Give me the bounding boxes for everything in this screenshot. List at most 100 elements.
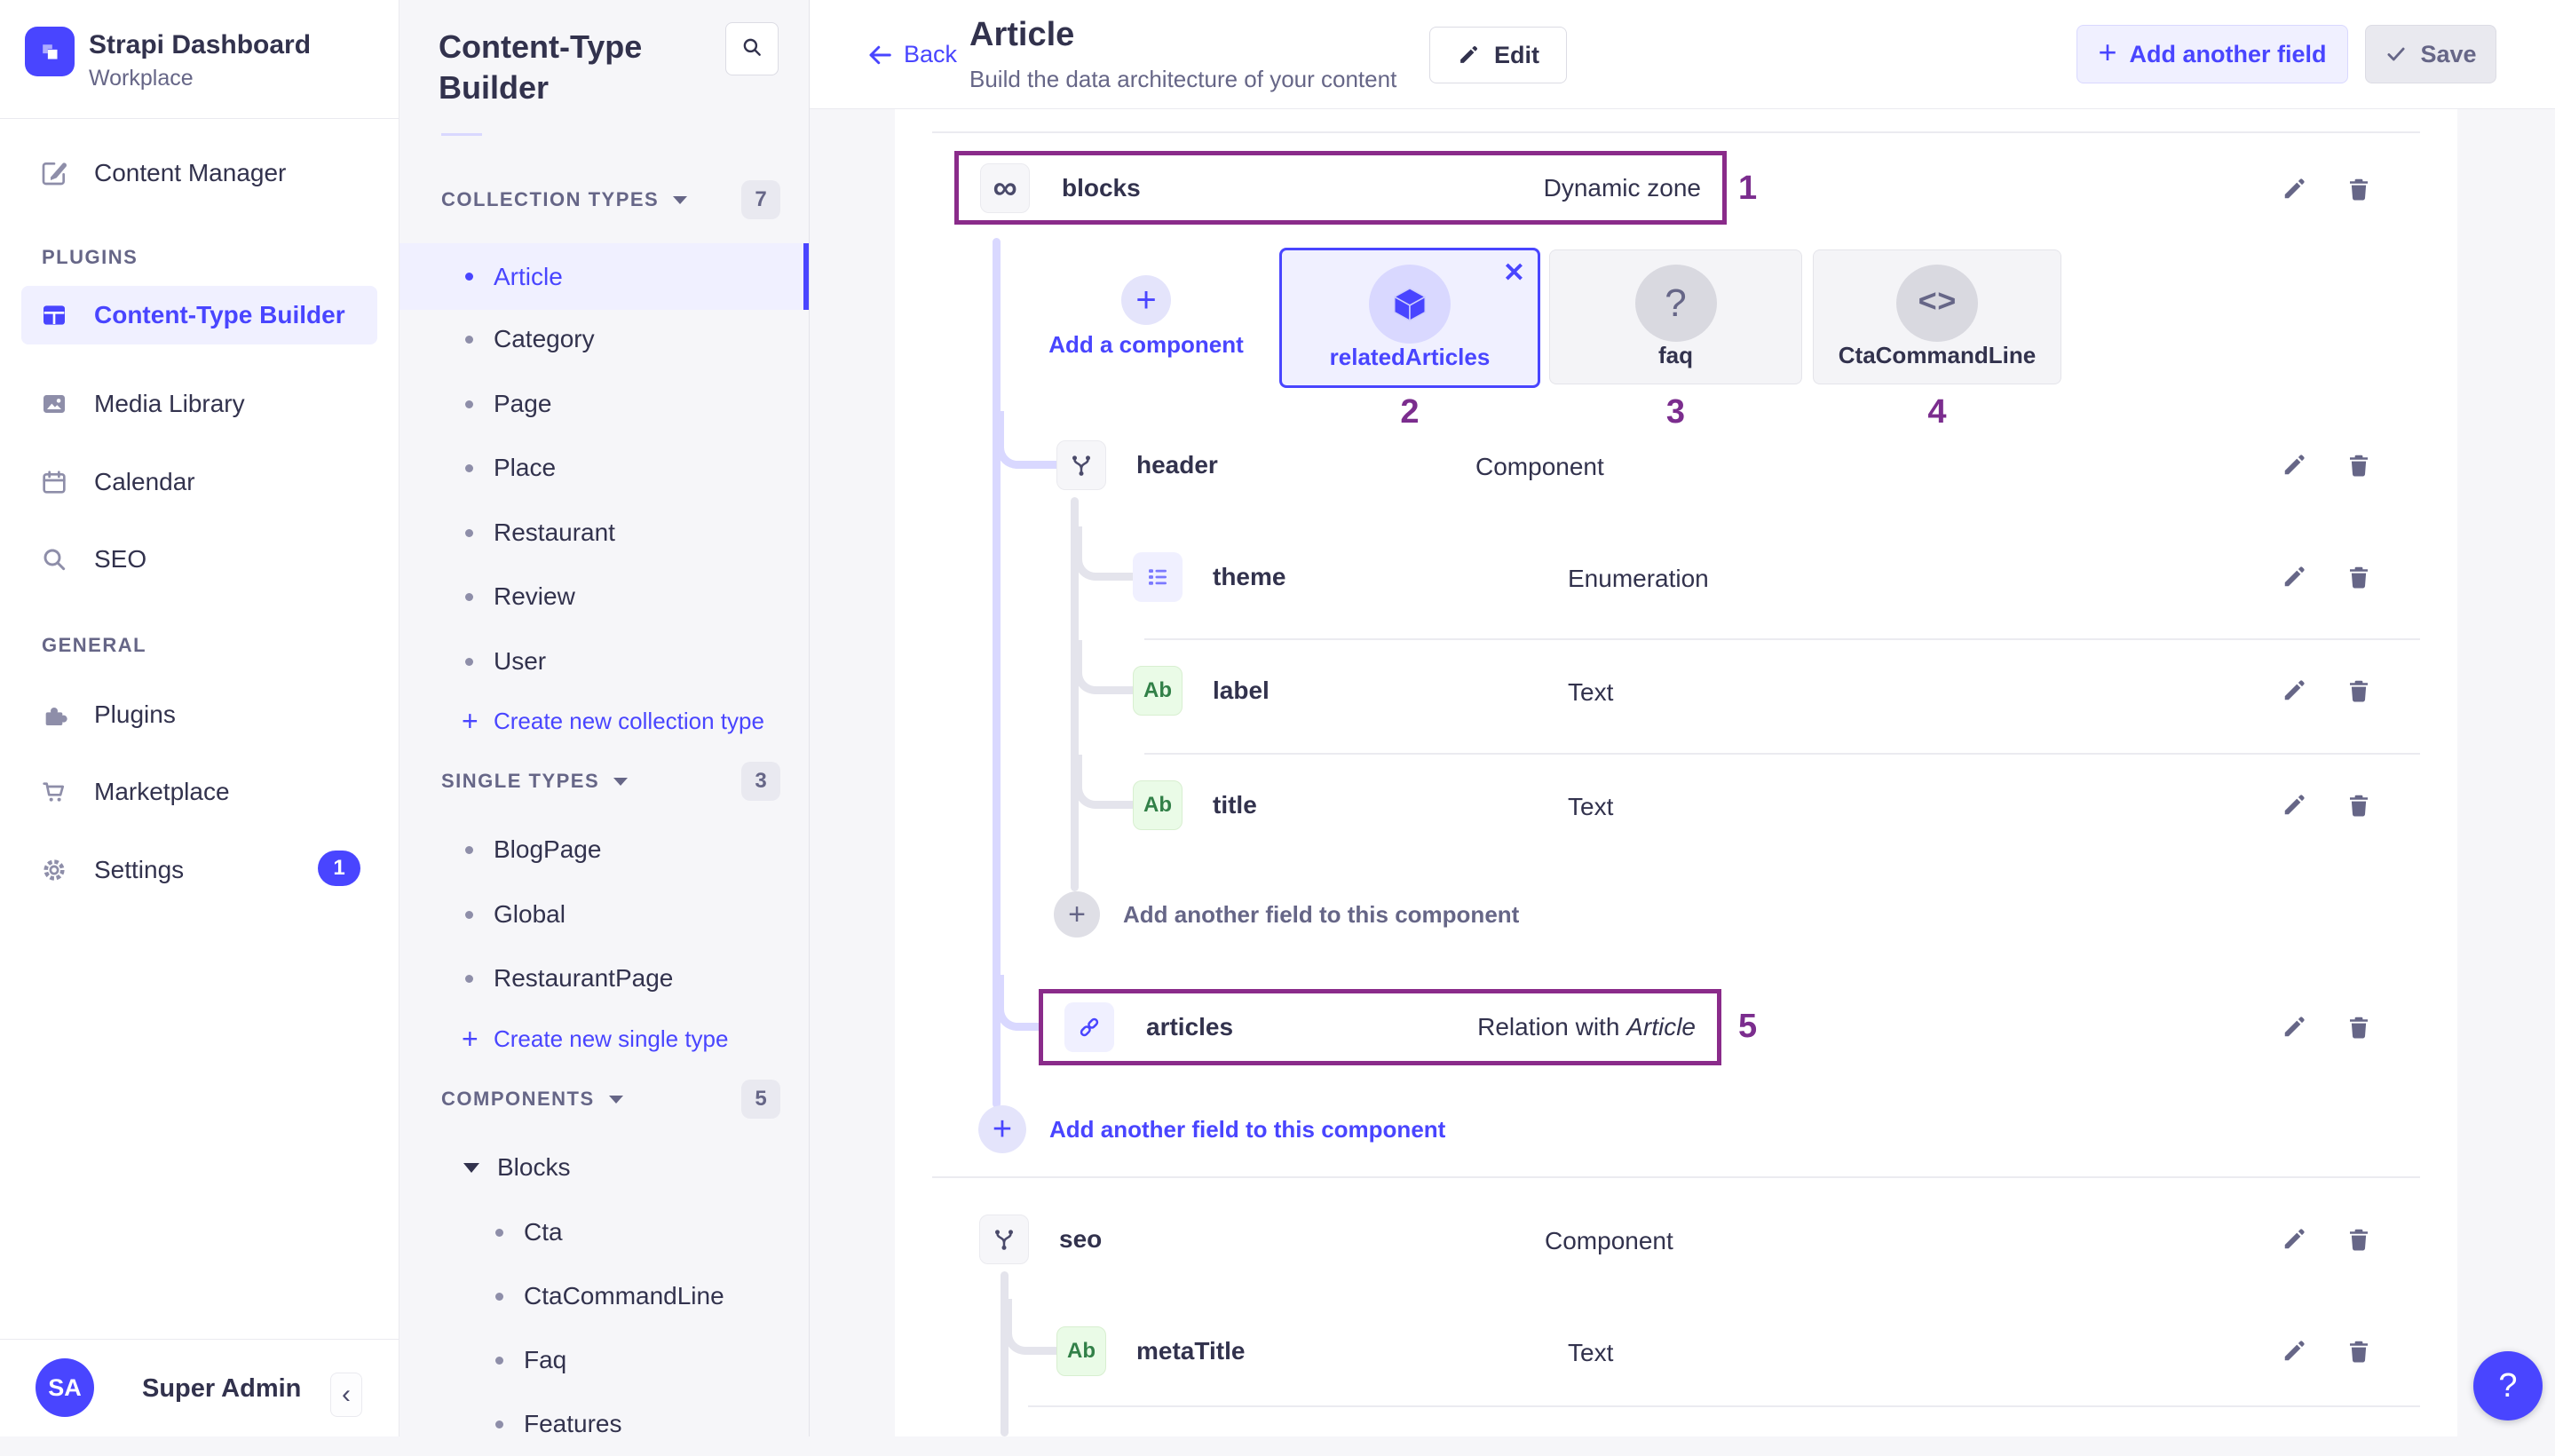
sidebar-item-label: Settings (94, 856, 184, 884)
section-label: COMPONENTS (441, 1088, 595, 1111)
sidebar-item-cta[interactable]: Cta (399, 1200, 809, 1264)
sidebar-item-marketplace[interactable]: Marketplace (0, 760, 399, 824)
create-single-type-button[interactable]: + Create new single type (399, 1007, 809, 1071)
chevron-down-icon (673, 196, 687, 204)
field-name: label (1213, 677, 1270, 705)
field-type: Text (1568, 793, 1613, 821)
component-card-ctacommandline[interactable]: <> CtaCommandLine (1813, 249, 2061, 384)
add-component-button[interactable]: + (1121, 275, 1171, 325)
section-collection-types[interactable]: COLLECTION TYPES (441, 180, 687, 219)
plus-icon: + (2098, 34, 2116, 71)
section-components[interactable]: COMPONENTS (441, 1080, 623, 1119)
sidebar-item-review[interactable]: Review (399, 565, 809, 629)
collapse-sidebar-button[interactable]: ‹ (330, 1373, 362, 1417)
sidebar-item-restaurant[interactable]: Restaurant (399, 501, 809, 565)
edit-field-button[interactable] (2276, 1333, 2312, 1369)
divider (1028, 1405, 2420, 1407)
delete-field-button[interactable] (2341, 1333, 2377, 1369)
sidebar-item-content-manager[interactable]: Content Manager (0, 141, 399, 205)
cart-icon (39, 777, 69, 807)
trash-icon (2345, 1014, 2372, 1041)
edit-field-button[interactable] (2276, 1009, 2312, 1045)
sidebar-item-category[interactable]: Category (399, 307, 809, 371)
pencil-icon (2281, 176, 2307, 202)
bullet-icon (495, 1293, 503, 1301)
save-button[interactable]: Save (2365, 25, 2496, 83)
action-label: Create new single type (494, 1025, 728, 1053)
add-another-field-button[interactable]: + Add another field (2076, 25, 2348, 83)
bullet-icon (465, 846, 473, 854)
edit-field-button[interactable] (2276, 447, 2312, 483)
component-card-faq[interactable]: ? faq (1549, 249, 1802, 384)
trash-icon (2345, 1338, 2372, 1365)
sidebar-item-place[interactable]: Place (399, 436, 809, 500)
help-button[interactable]: ? (2473, 1351, 2543, 1420)
close-icon[interactable]: ✕ (1503, 257, 1525, 289)
sidebar-item-user[interactable]: User (399, 629, 809, 693)
field-row-metatitle: Ab metaTitle (1056, 1326, 1245, 1376)
delete-field-button[interactable] (2341, 171, 2377, 207)
sidebar-item-media-library[interactable]: Media Library (0, 372, 399, 436)
bullet-icon (495, 1229, 503, 1237)
sidebar-item-global[interactable]: Global (399, 882, 809, 946)
strapi-logo-icon (35, 36, 65, 67)
sidebar-item-faq[interactable]: Faq (399, 1328, 809, 1392)
item-label: CtaCommandLine (524, 1282, 724, 1310)
arrow-left-icon (866, 42, 893, 68)
text-field-icon: Ab (1133, 780, 1183, 830)
edit-field-button[interactable] (2276, 673, 2312, 708)
sidebar-item-label: Marketplace (94, 778, 230, 806)
create-collection-type-button[interactable]: + Create new collection type (399, 689, 809, 753)
single-types-count: 3 (741, 762, 780, 801)
field-name: metaTitle (1136, 1337, 1245, 1365)
fields-card: ∞ blocks Dynamic zone 1 + Add a componen… (895, 109, 2457, 1436)
group-label: Blocks (497, 1153, 570, 1182)
sidebar-item-page[interactable]: Page (399, 372, 809, 436)
bullet-icon (495, 1357, 503, 1365)
page-subtitle: Build the data architecture of your cont… (969, 66, 1396, 93)
sidebar-item-ctacommandline[interactable]: CtaCommandLine (399, 1264, 809, 1328)
delete-field-button[interactable] (2341, 787, 2377, 823)
avatar[interactable]: SA (36, 1358, 94, 1417)
edit-field-button[interactable] (2276, 787, 2312, 823)
edit-field-button[interactable] (2276, 559, 2312, 595)
field-row-label: Ab label (1133, 666, 1270, 716)
edit-label: Edit (1494, 42, 1539, 69)
sidebar-item-blogpage[interactable]: BlogPage (399, 818, 809, 882)
bullet-icon (465, 336, 473, 344)
delete-field-button[interactable] (2341, 447, 2377, 483)
field-type: Dynamic zone (1544, 174, 1701, 202)
search-button[interactable] (725, 22, 779, 75)
enumeration-icon (1133, 552, 1183, 602)
sidebar-item-plugins[interactable]: Plugins (0, 683, 399, 747)
add-component-label[interactable]: Add a component (1035, 331, 1257, 359)
pencil-icon (2281, 1014, 2307, 1041)
sidebar-item-article[interactable]: Article (399, 243, 809, 310)
section-single-types[interactable]: SINGLE TYPES (441, 762, 628, 801)
sidebar-item-calendar[interactable]: Calendar (0, 450, 399, 514)
sidebar-item-label: Content-Type Builder (94, 301, 345, 329)
delete-field-button[interactable] (2341, 1222, 2377, 1257)
field-name: seo (1059, 1225, 1102, 1254)
edit-field-button[interactable] (2276, 1222, 2312, 1257)
delete-field-button[interactable] (2341, 559, 2377, 595)
edit-field-button[interactable] (2276, 171, 2312, 207)
bullet-icon (465, 911, 473, 919)
add-field-to-component-button[interactable]: + Add another field to this component (1054, 891, 1519, 938)
add-field-label: Add another field (2130, 41, 2327, 68)
sidebar-item-seo[interactable]: SEO (0, 527, 399, 591)
add-field-to-dynamic-zone-button[interactable]: + Add another field to this component (978, 1105, 1445, 1153)
edit-button[interactable]: Edit (1429, 27, 1567, 83)
sidebar-item-content-type-builder[interactable]: Content-Type Builder (21, 286, 377, 344)
component-card-relatedarticles[interactable]: ✕ relatedArticles (1279, 248, 1540, 388)
sidebar-item-restaurantpage[interactable]: RestaurantPage (399, 946, 809, 1010)
delete-field-button[interactable] (2341, 1009, 2377, 1045)
tree-connector (1074, 755, 1133, 809)
component-group-blocks[interactable]: Blocks (399, 1136, 809, 1199)
builder-title: Content-Type Builder (439, 27, 705, 108)
sidebar-item-features[interactable]: Features (399, 1392, 809, 1456)
field-type: Component (1545, 1227, 1673, 1255)
divider (1144, 638, 2420, 640)
back-button[interactable]: Back (866, 0, 957, 109)
delete-field-button[interactable] (2341, 673, 2377, 708)
